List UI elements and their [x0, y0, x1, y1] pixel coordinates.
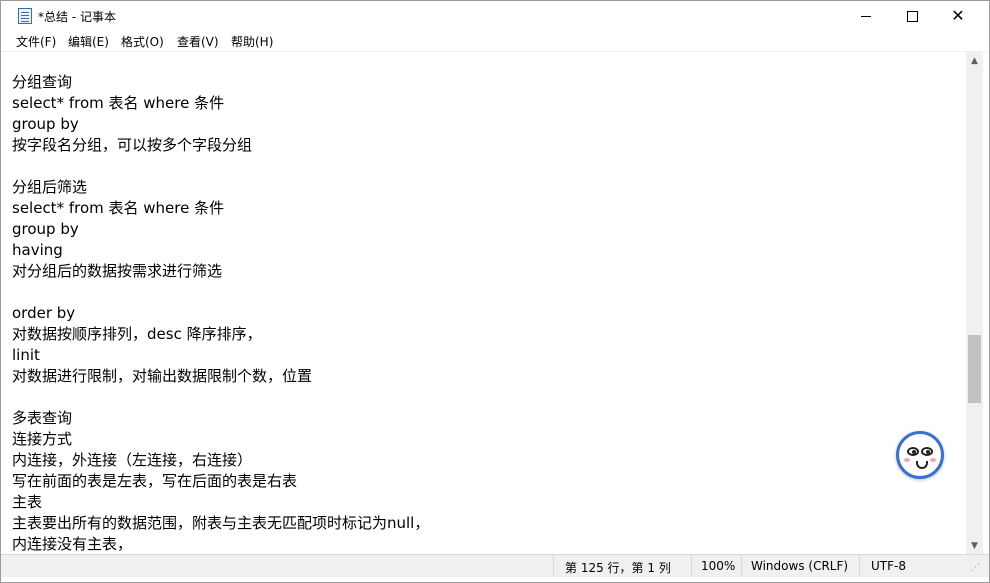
- text-line: 按字段名分组，可以按多个字段分组: [12, 136, 253, 154]
- chevron-up-icon[interactable]: ▲: [966, 52, 983, 69]
- maximize-button[interactable]: [889, 1, 935, 31]
- text-line: 内连接没有主表，: [12, 535, 133, 553]
- scrollbar-thumb[interactable]: [968, 335, 981, 403]
- menu-format[interactable]: 格式(O): [121, 33, 164, 50]
- face-cheek: [904, 458, 910, 462]
- text-line: 对分组后的数据按需求进行筛选: [12, 262, 223, 280]
- status-bar: 第 125 行，第 1 列 100% Windows (CRLF) UTF-8 …: [1, 554, 989, 577]
- close-icon: ✕: [951, 6, 965, 25]
- assistant-face-icon[interactable]: [896, 431, 944, 479]
- text-line: 主表: [12, 493, 43, 511]
- text-line: 对数据按顺序排列，desc 降序排序，: [12, 325, 262, 343]
- minimize-icon: [861, 15, 871, 17]
- text-editor-area[interactable]: 分组查询 select* from 表名 where 条件 group by 按字段名…: [1, 52, 966, 554]
- text-line: linit: [12, 346, 40, 364]
- notepad-icon[interactable]: [18, 8, 32, 24]
- cursor-position: 第 125 行，第 1 列: [565, 561, 671, 575]
- text-line: 主表要出所有的数据范围，附表与主表无匹配项时标记为null，: [12, 514, 430, 532]
- text-line: select* from 表名 where 条件: [12, 199, 225, 217]
- face-eye: [907, 447, 919, 456]
- resize-grip-icon[interactable]: ⋰: [971, 563, 980, 573]
- status-divider: [859, 555, 860, 577]
- status-divider: [553, 555, 554, 577]
- face-mouth: [916, 461, 928, 469]
- minimize-button[interactable]: [843, 1, 889, 31]
- menu-edit[interactable]: 编辑(E): [68, 33, 109, 50]
- encoding: UTF-8: [871, 559, 906, 573]
- text-line: group by: [12, 220, 79, 238]
- status-divider: [741, 555, 742, 577]
- face-cheek: [930, 458, 936, 462]
- vertical-scrollbar[interactable]: ▲ ▼: [966, 52, 983, 554]
- text-line: 分组后筛选: [12, 178, 88, 196]
- text-line: 连接方式: [12, 430, 73, 448]
- face-eye: [921, 447, 933, 456]
- maximize-icon: [906, 10, 918, 22]
- text-line: group by: [12, 115, 79, 133]
- line-ending: Windows (CRLF): [751, 559, 849, 573]
- menu-view[interactable]: 查看(V): [177, 33, 219, 50]
- text-line: order by: [12, 304, 76, 322]
- text-line: 对数据进行限制，对输出数据限制个数，位置: [12, 367, 313, 385]
- title-bar[interactable]: *总结 - 记事本 ✕: [1, 1, 989, 31]
- chevron-down-icon[interactable]: ▼: [966, 537, 983, 554]
- text-line: 内连接，外连接（左连接，右连接）: [12, 451, 253, 469]
- text-line: select* from 表名 where 条件: [12, 94, 225, 112]
- notepad-window: *总结 - 记事本 ✕ 文件(F) 编辑(E) 格式(O) 查看(V) 帮助(H…: [0, 0, 990, 583]
- text-line: 多表查询: [12, 409, 73, 427]
- window-title: *总结 - 记事本: [38, 10, 116, 24]
- close-button[interactable]: ✕: [935, 1, 981, 31]
- zoom-level: 100%: [701, 559, 736, 573]
- text-line: 分组查询: [12, 73, 73, 91]
- menu-bar: 文件(F) 编辑(E) 格式(O) 查看(V) 帮助(H): [1, 31, 989, 52]
- text-line: 写在前面的表是左表，写在后面的表是右表: [12, 472, 298, 490]
- menu-file[interactable]: 文件(F): [16, 33, 56, 50]
- menu-help[interactable]: 帮助(H): [231, 33, 273, 50]
- status-divider: [691, 555, 692, 577]
- text-line: having: [12, 241, 63, 259]
